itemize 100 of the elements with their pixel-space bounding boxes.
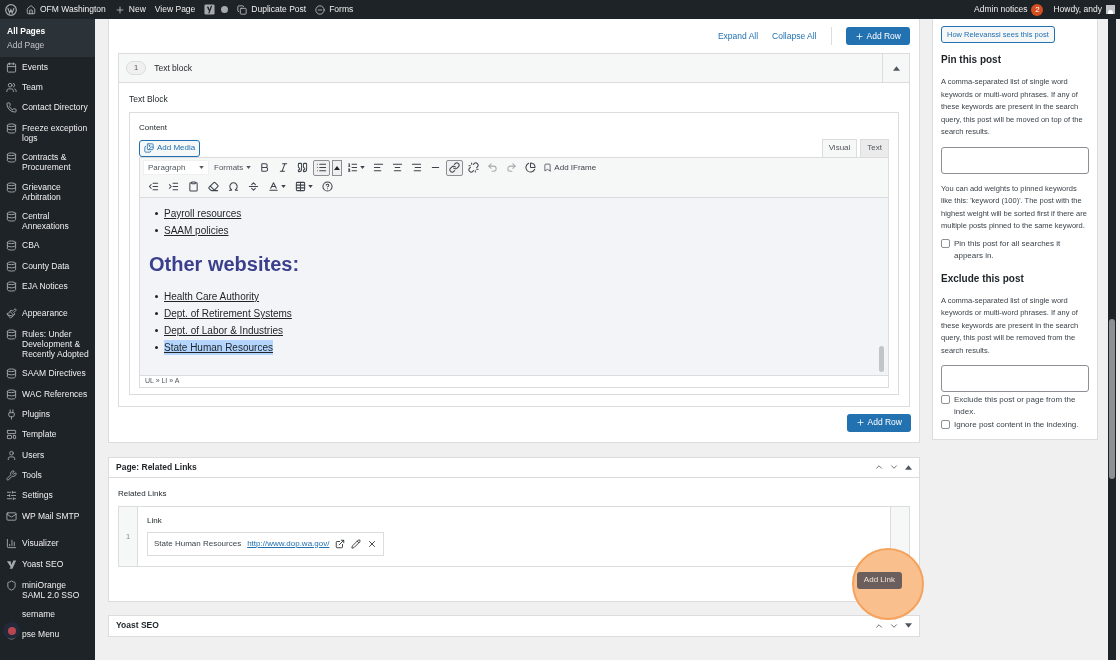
unlink-icon bbox=[468, 162, 480, 174]
expand-toggle-icon[interactable] bbox=[905, 623, 912, 629]
forms-icon bbox=[315, 4, 326, 15]
database-icon bbox=[6, 240, 17, 252]
menu-item[interactable]: Rules: Under Development & Recently Adopted bbox=[0, 324, 95, 364]
plus-icon bbox=[855, 418, 865, 428]
plus-icon bbox=[854, 31, 864, 41]
menu-item[interactable]: Grievance Arbitration bbox=[0, 176, 95, 207]
recording-indicator-icon bbox=[3, 622, 20, 639]
content-link[interactable]: Health Care Authority bbox=[164, 288, 260, 304]
sliders-icon bbox=[6, 490, 17, 502]
mail-icon bbox=[6, 510, 17, 522]
link-button[interactable] bbox=[446, 159, 464, 176]
menu-item[interactable]: EJA Notices bbox=[0, 276, 95, 297]
section-heading: Exclude this post bbox=[941, 271, 1025, 286]
plus-icon bbox=[114, 4, 125, 15]
menu-item[interactable]: Central Annexations bbox=[0, 206, 95, 236]
quote-icon bbox=[297, 162, 309, 174]
brush-icon bbox=[6, 308, 17, 320]
y-logo-icon bbox=[6, 558, 17, 571]
menu-item[interactable]: WP Mail SMTP bbox=[0, 506, 95, 527]
menu-item[interactable]: WAC References bbox=[0, 383, 95, 405]
menu-item[interactable]: Contact Directory bbox=[0, 97, 95, 119]
bold-icon bbox=[259, 162, 271, 174]
keywords-field[interactable] bbox=[941, 365, 1089, 392]
numbered-list-icon bbox=[347, 162, 359, 174]
toolbar-link[interactable]: View Page bbox=[154, 3, 196, 16]
checkbox[interactable] bbox=[941, 420, 950, 429]
admin-notices-link[interactable]: Admin notices 2 bbox=[974, 3, 1044, 16]
add-row-button[interactable]: Add Row bbox=[846, 413, 911, 432]
toolbar-link[interactable]: Forms bbox=[315, 3, 354, 16]
bullet-list-button[interactable] bbox=[313, 159, 331, 176]
add-media-button[interactable]: Add Media bbox=[139, 139, 201, 157]
menu-item[interactable]: Freeze exception logs bbox=[0, 118, 95, 148]
submenu-item[interactable]: All Pages bbox=[0, 24, 95, 38]
account-link[interactable]: Howdy, andy bbox=[1053, 3, 1115, 16]
external-link-icon[interactable] bbox=[335, 538, 346, 549]
editor-tab[interactable]: Visual bbox=[821, 138, 858, 157]
omega-icon bbox=[228, 181, 239, 193]
add-row-button[interactable]: Add Row bbox=[845, 27, 910, 45]
menu-item[interactable]: Template bbox=[0, 424, 95, 445]
menu-item[interactable]: Yoast SEO bbox=[0, 553, 95, 576]
formats-dropdown[interactable]: Formats bbox=[211, 160, 255, 176]
media-icon bbox=[144, 143, 154, 154]
menu-item[interactable]: Visualizer bbox=[0, 533, 95, 554]
collapse-toggle-icon[interactable] bbox=[905, 464, 912, 470]
copy-icon bbox=[237, 4, 248, 15]
add-iframe-button[interactable]: Add IFrame bbox=[541, 160, 599, 176]
block-title: Text block bbox=[154, 61, 192, 75]
menu-item[interactable]: Users bbox=[0, 445, 95, 466]
content-link[interactable]: Dept. of Retirement Systems bbox=[164, 305, 292, 321]
content-link[interactable]: Payroll resources bbox=[164, 205, 242, 221]
menu-item[interactable]: miniOrange SAML 2.0 SSO bbox=[0, 575, 95, 605]
toolbar-link[interactable]: Duplicate Post bbox=[237, 3, 307, 16]
menu-item[interactable]: County Data bbox=[0, 256, 95, 277]
shield-icon bbox=[6, 579, 17, 591]
link-title: State Human Resources bbox=[154, 537, 242, 550]
toolbar-link[interactable]: Expand All bbox=[717, 29, 759, 43]
keywords-field[interactable] bbox=[941, 146, 1089, 174]
content-link[interactable]: State Human Resources bbox=[164, 339, 273, 355]
database-icon bbox=[6, 281, 17, 293]
toolbar-link[interactable]: New bbox=[114, 3, 146, 16]
editor-tab[interactable]: Text bbox=[860, 138, 889, 157]
content-link[interactable]: SAAM policies bbox=[164, 222, 229, 238]
text-color-icon bbox=[268, 181, 279, 193]
edit-icon[interactable] bbox=[351, 538, 362, 549]
eraser-icon bbox=[208, 181, 219, 193]
checkbox[interactable] bbox=[941, 238, 950, 248]
link-url[interactable]: http://www.dop.wa.gov/ bbox=[247, 537, 330, 550]
close-icon[interactable] bbox=[367, 538, 378, 549]
redo-icon bbox=[506, 162, 518, 174]
wrench-icon bbox=[6, 470, 17, 482]
format-select[interactable]: Paragraph bbox=[143, 160, 209, 176]
notice-count-badge: 2 bbox=[1031, 3, 1044, 16]
bullet-icon bbox=[155, 228, 158, 232]
help-button[interactable] bbox=[319, 178, 336, 195]
people-icon bbox=[6, 82, 17, 94]
site-link[interactable]: OFM Washington bbox=[26, 3, 106, 16]
y-logo-icon[interactable] bbox=[204, 4, 216, 15]
submenu-item[interactable]: Add Page bbox=[0, 38, 95, 52]
avatar-icon bbox=[1106, 5, 1115, 14]
menu-item[interactable]: sername bbox=[0, 604, 95, 624]
menu-item[interactable]: Team bbox=[0, 77, 95, 98]
menu-item[interactable]: Tools bbox=[0, 465, 95, 486]
checkbox[interactable] bbox=[941, 395, 950, 404]
menu-item[interactable]: SAAM Directives bbox=[0, 363, 95, 384]
help-icon bbox=[322, 181, 333, 193]
menu-item[interactable]: Contracts & Procurement bbox=[0, 147, 95, 177]
menu-item[interactable]: Appearance bbox=[0, 303, 95, 325]
menu-item[interactable]: Events bbox=[0, 57, 95, 78]
menu-item[interactable]: CBA bbox=[0, 235, 95, 256]
field-label: Text Block bbox=[129, 93, 169, 106]
toolbar-link[interactable]: Collapse All bbox=[772, 29, 817, 43]
list-style-dropdown[interactable] bbox=[332, 159, 343, 176]
collapse-toggle-icon[interactable] bbox=[892, 65, 900, 71]
content-link[interactable]: Dept. of Labor & Industries bbox=[164, 322, 283, 338]
wordpress-logo-icon[interactable] bbox=[5, 3, 17, 16]
align-center-icon bbox=[392, 162, 404, 174]
menu-item[interactable]: Settings bbox=[0, 485, 95, 507]
menu-item[interactable]: Plugins bbox=[0, 404, 95, 425]
